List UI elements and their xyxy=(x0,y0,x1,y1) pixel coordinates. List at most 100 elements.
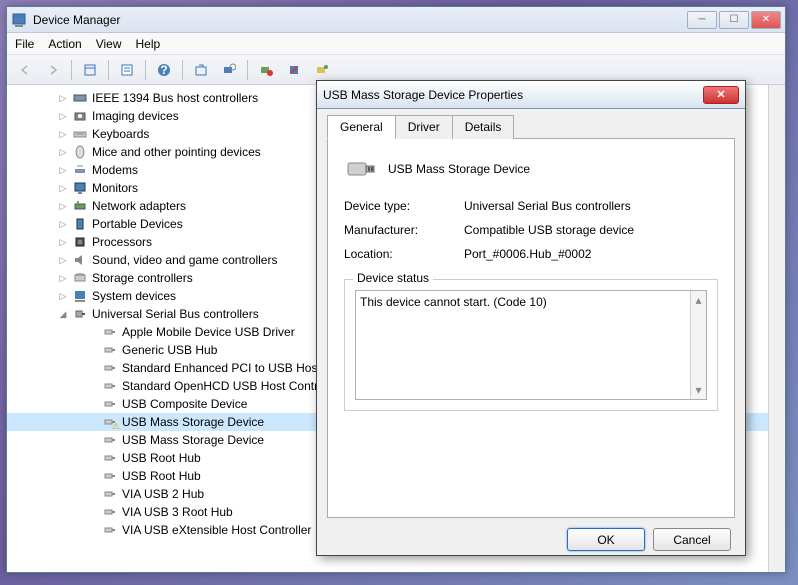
tree-node-label: USB Mass Storage Device xyxy=(122,433,264,447)
tab-general-body: USB Mass Storage Device Device type: Uni… xyxy=(327,138,735,518)
tree-node-label: Imaging devices xyxy=(92,109,179,123)
minimize-button[interactable]: ─ xyxy=(687,11,717,29)
maximize-button[interactable]: ☐ xyxy=(719,11,749,29)
mouse-icon xyxy=(72,144,88,160)
dialog-tabs: General Driver Details xyxy=(317,109,745,139)
status-scrollbar[interactable]: ▴▾ xyxy=(690,291,706,399)
tree-node-label: USB Root Hub xyxy=(122,469,201,483)
cancel-button[interactable]: Cancel xyxy=(653,528,731,551)
modem-icon xyxy=(72,162,88,178)
device-status-textbox[interactable]: This device cannot start. (Code 10) ▴▾ xyxy=(355,290,707,400)
toolbar-divider xyxy=(108,60,109,80)
tab-general[interactable]: General xyxy=(327,115,396,139)
menubar: File Action View Help xyxy=(7,33,785,55)
usb-plug-icon xyxy=(102,378,118,394)
tree-node-label: VIA USB 2 Hub xyxy=(122,487,204,501)
manufacturer-value: Compatible USB storage device xyxy=(464,223,718,237)
expander-icon[interactable]: ▷ xyxy=(57,218,69,230)
expander-icon[interactable]: ▷ xyxy=(57,110,69,122)
keyboard-icon xyxy=(72,126,88,142)
toolbar-scan-button[interactable] xyxy=(217,58,241,82)
monitor-icon xyxy=(72,180,88,196)
toolbar-disable-button[interactable] xyxy=(282,58,306,82)
expander-icon[interactable]: ◢ xyxy=(57,308,69,320)
toolbar-show-hide-button[interactable] xyxy=(78,58,102,82)
expander-icon[interactable]: ▷ xyxy=(57,146,69,158)
expander-icon xyxy=(87,470,99,482)
expander-icon xyxy=(87,380,99,392)
tree-scrollbar[interactable] xyxy=(768,85,785,572)
tree-node-label: Processors xyxy=(92,235,152,249)
usb-icon xyxy=(72,306,88,322)
toolbar-properties-button[interactable] xyxy=(115,58,139,82)
expander-icon[interactable]: ▷ xyxy=(57,182,69,194)
tree-node-label: VIA USB 3 Root Hub xyxy=(122,505,233,519)
ok-button[interactable]: OK xyxy=(567,528,645,551)
expander-icon xyxy=(87,452,99,464)
imaging-icon xyxy=(72,108,88,124)
usb-plug-icon xyxy=(102,486,118,502)
usb-plug-icon xyxy=(102,324,118,340)
tree-node-label: IEEE 1394 Bus host controllers xyxy=(92,91,258,105)
toolbar-back-button[interactable] xyxy=(13,58,37,82)
menu-file[interactable]: File xyxy=(15,37,34,51)
ieee1394-icon xyxy=(72,90,88,106)
expander-icon[interactable]: ▷ xyxy=(57,290,69,302)
titlebar[interactable]: Device Manager ─ ☐ ✕ xyxy=(7,7,785,33)
tree-node-label: USB Root Hub xyxy=(122,451,201,465)
dialog-titlebar[interactable]: USB Mass Storage Device Properties ✕ xyxy=(317,81,745,109)
expander-icon[interactable]: ▷ xyxy=(57,164,69,176)
menu-view[interactable]: View xyxy=(96,37,122,51)
device-status-group: Device status This device cannot start. … xyxy=(344,279,718,411)
toolbar-uninstall-button[interactable] xyxy=(254,58,278,82)
tree-node-label: Apple Mobile Device USB Driver xyxy=(122,325,295,339)
tree-node-label: Mice and other pointing devices xyxy=(92,145,261,159)
toolbar-enable-button[interactable] xyxy=(310,58,334,82)
toolbar-divider xyxy=(247,60,248,80)
system-icon xyxy=(72,288,88,304)
tree-node-label: USB Mass Storage Device xyxy=(122,415,264,429)
toolbar-forward-button[interactable] xyxy=(41,58,65,82)
usb-plug-icon xyxy=(102,522,118,538)
usb-plug-icon xyxy=(102,414,118,430)
menu-help[interactable]: Help xyxy=(136,37,161,51)
tab-details[interactable]: Details xyxy=(452,115,515,139)
close-button[interactable]: ✕ xyxy=(751,11,781,29)
tree-node-label: Network adapters xyxy=(92,199,186,213)
tree-node-label: VIA USB eXtensible Host Controller xyxy=(122,523,311,537)
usb-plug-icon xyxy=(102,342,118,358)
usb-plug-icon xyxy=(102,468,118,484)
toolbar-divider xyxy=(71,60,72,80)
expander-icon xyxy=(87,434,99,446)
expander-icon[interactable]: ▷ xyxy=(57,236,69,248)
toolbar-divider xyxy=(145,60,146,80)
expander-icon xyxy=(87,344,99,356)
tree-node-label: Monitors xyxy=(92,181,138,195)
expander-icon[interactable]: ▷ xyxy=(57,254,69,266)
usb-device-icon xyxy=(344,155,378,183)
device-status-label: Device status xyxy=(353,271,433,285)
usb-plug-icon xyxy=(102,450,118,466)
app-icon xyxy=(11,12,27,28)
expander-icon xyxy=(87,398,99,410)
expander-icon xyxy=(87,326,99,338)
dialog-close-button[interactable]: ✕ xyxy=(703,86,739,104)
tab-driver[interactable]: Driver xyxy=(395,115,453,139)
expander-icon[interactable]: ▷ xyxy=(57,200,69,212)
location-value: Port_#0006.Hub_#0002 xyxy=(464,247,718,261)
window-title: Device Manager xyxy=(33,13,687,27)
toolbar-update-button[interactable] xyxy=(189,58,213,82)
expander-icon xyxy=(87,524,99,536)
svg-text:?: ? xyxy=(160,63,167,77)
expander-icon[interactable]: ▷ xyxy=(57,272,69,284)
processor-icon xyxy=(72,234,88,250)
menu-action[interactable]: Action xyxy=(48,37,81,51)
expander-icon[interactable]: ▷ xyxy=(57,92,69,104)
dialog-title: USB Mass Storage Device Properties xyxy=(323,88,703,102)
usb-plug-icon xyxy=(102,504,118,520)
expander-icon[interactable]: ▷ xyxy=(57,128,69,140)
expander-icon xyxy=(87,506,99,518)
toolbar-help-button[interactable]: ? xyxy=(152,58,176,82)
location-label: Location: xyxy=(344,247,464,261)
toolbar-divider xyxy=(182,60,183,80)
